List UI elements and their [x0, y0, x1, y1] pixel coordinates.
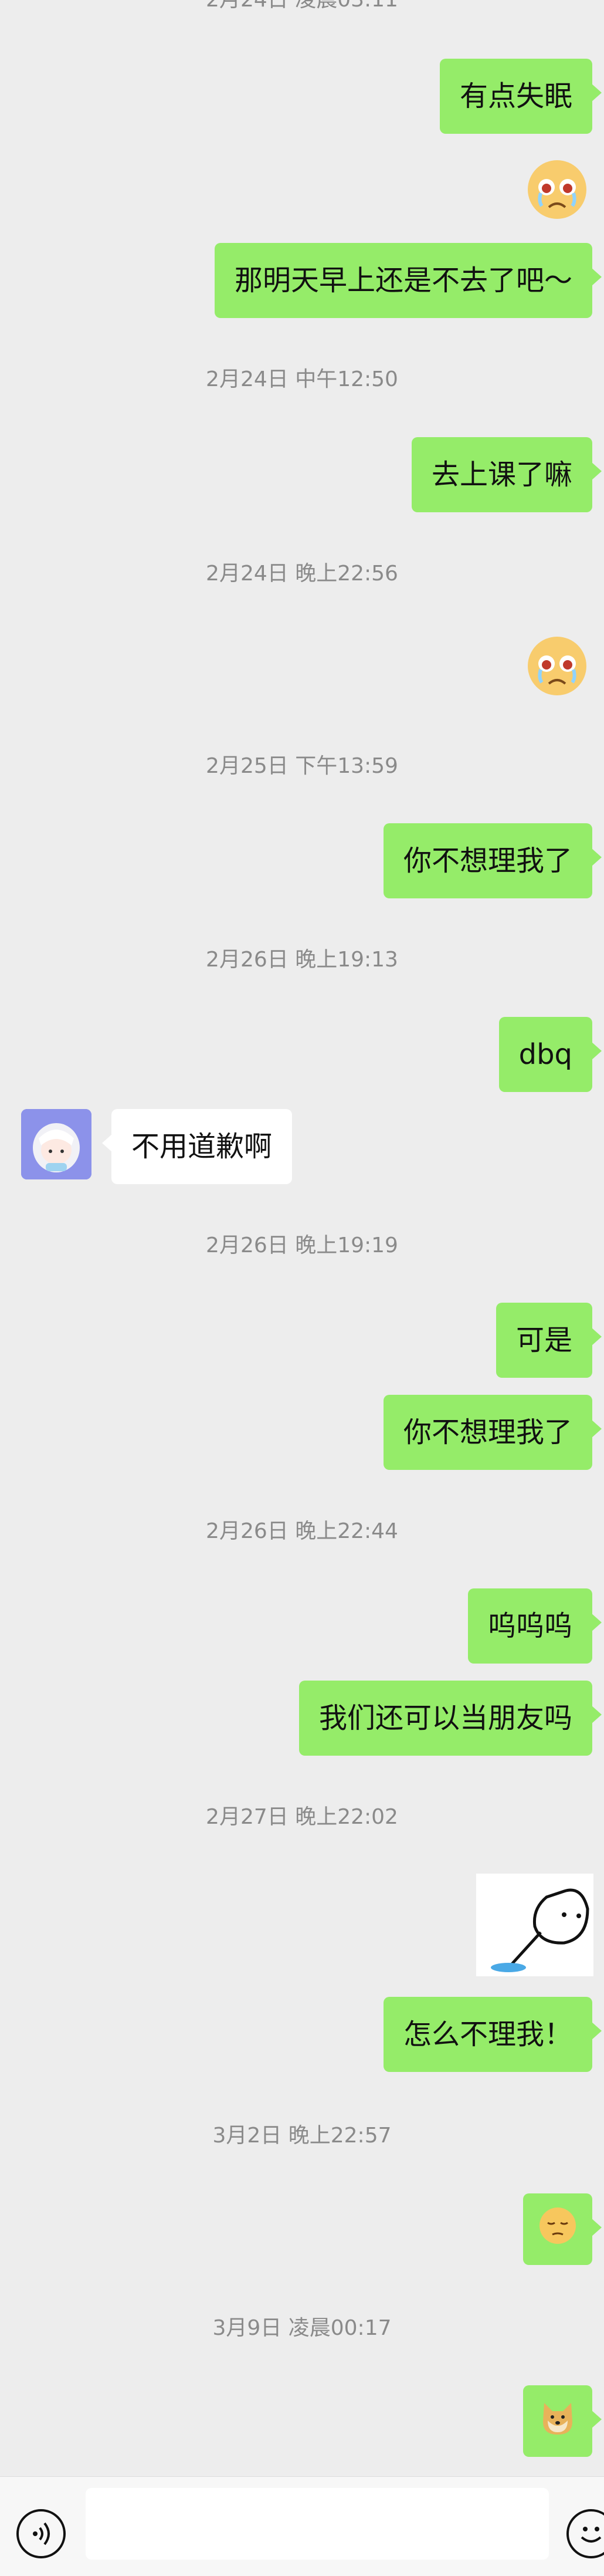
timestamp: 3月2日 晚上22:57 [212, 2124, 392, 2148]
timestamp: 2月26日 晚上19:19 [206, 1233, 398, 1257]
message-bubble-received[interactable]: 不用道歉啊 [101, 1109, 293, 1184]
message-input[interactable] [86, 2488, 549, 2560]
contact-avatar[interactable] [21, 1109, 91, 1179]
message-bubble-sent[interactable]: 可是 [496, 1303, 602, 1378]
message-bubble-sent[interactable]: 呜呜呜 [467, 1588, 602, 1664]
crying-face-icon[interactable] [525, 157, 589, 222]
timestamp: 2月24日 中午12:50 [206, 367, 398, 391]
timestamp: 2月26日 晚上22:44 [206, 1519, 398, 1543]
message-bubble-sent[interactable] [523, 2193, 602, 2265]
timestamp: 2月24日 晚上22:56 [206, 562, 398, 586]
mopping-cat-sticker[interactable] [476, 1874, 593, 1976]
message-bubble-sent[interactable] [523, 2385, 602, 2457]
doge-icon [543, 2403, 572, 2435]
message-bubble-sent[interactable]: 我们还可以当朋友吗 [298, 1681, 602, 1756]
emoji-face-icon[interactable] [566, 2509, 604, 2558]
timestamp: 3月9日 凌晨00:17 [212, 2316, 392, 2340]
input-bar [0, 2476, 604, 2576]
pensive-face-icon [539, 2207, 576, 2244]
message-bubble-sent[interactable]: 去上课了嘛 [411, 437, 602, 512]
message-bubble-sent[interactable]: 你不想理我了 [383, 823, 602, 898]
crying-face-icon[interactable] [525, 634, 589, 698]
message-bubble-sent[interactable]: 有点失眠 [439, 59, 602, 134]
message-bubble-sent[interactable]: dbq [498, 1017, 602, 1092]
timestamp: 2月27日 晚上22:02 [206, 1805, 398, 1829]
timestamp: 2月25日 下午13:59 [206, 754, 398, 778]
message-bubble-sent[interactable]: 那明天早上还是不去了吧～ [214, 243, 602, 318]
timestamp: 2月24日 凌晨03:11 [0, 0, 604, 13]
anime-girl-avatar-icon [21, 1109, 91, 1179]
message-bubble-sent[interactable]: 怎么不理我！ [383, 1997, 602, 2072]
timestamp: 2月26日 晚上19:13 [206, 948, 398, 972]
message-bubble-sent[interactable]: 你不想理我了 [383, 1395, 602, 1470]
voice-icon[interactable] [16, 2509, 66, 2558]
